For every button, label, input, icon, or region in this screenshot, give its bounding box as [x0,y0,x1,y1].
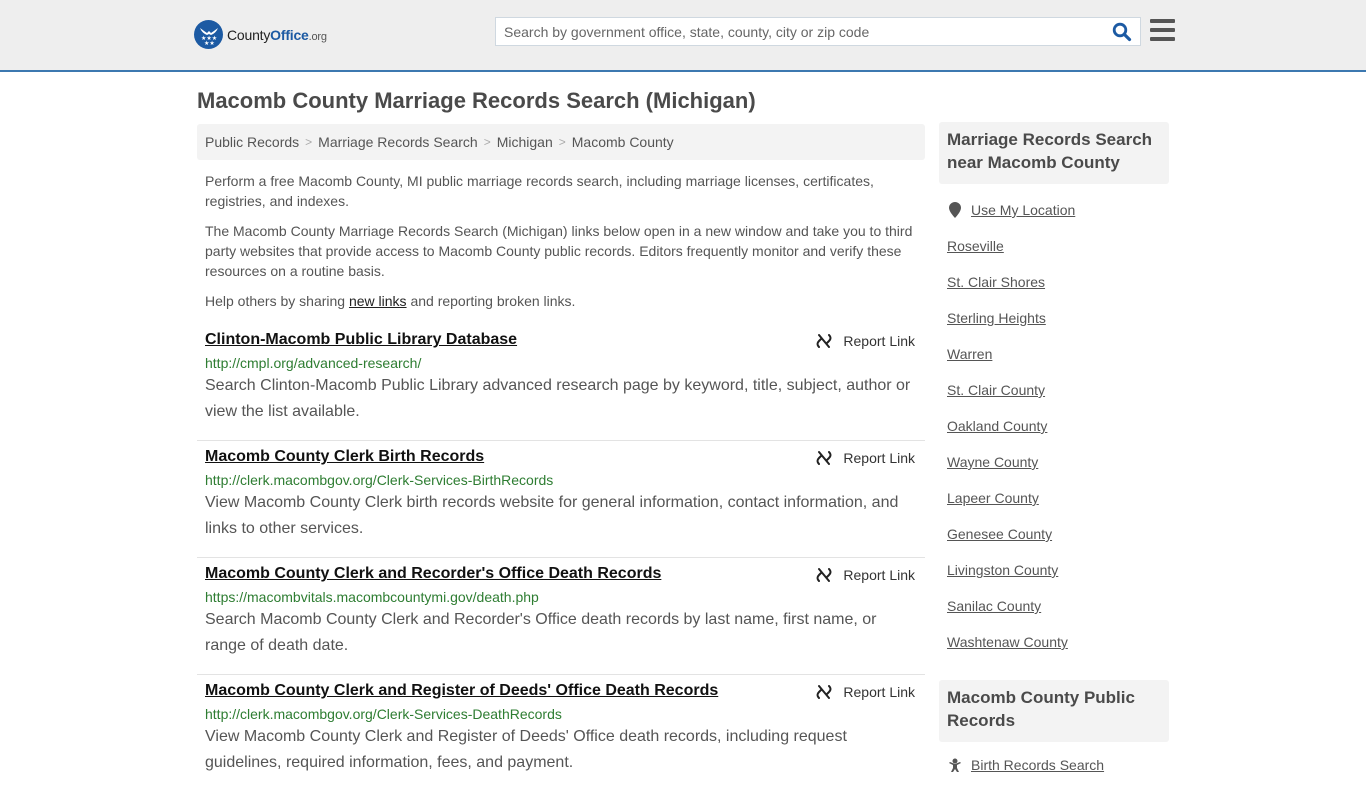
nearby-link[interactable]: St. Clair Shores [947,264,1169,300]
report-link-button[interactable]: Report Link [816,450,915,466]
nearby-link[interactable]: Oakland County [947,408,1169,444]
nearby-link[interactable]: Wayne County [947,444,1169,480]
page-title: Macomb County Marriage Records Search (M… [197,88,756,113]
intro-paragraph: Perform a free Macomb County, MI public … [205,173,874,209]
result-url[interactable]: https://macombvitals.macombcountymi.gov/… [205,589,917,605]
share-links-paragraph: Help others by sharing new links and rep… [205,293,576,309]
nearby-list: Use My Location Roseville St. Clair Shor… [947,192,1169,660]
nearby-link[interactable]: Sterling Heights [947,300,1169,336]
nearby-link[interactable]: St. Clair County [947,372,1169,408]
public-records-list: Birth Records Search [947,747,1169,783]
svg-text:★★: ★★ [204,40,215,45]
report-link-button[interactable]: Report Link [816,684,915,700]
nearby-link[interactable]: Livingston County [947,552,1169,588]
intro-text: Perform a free Macomb County, MI public … [205,171,920,321]
result-url[interactable]: http://clerk.macombgov.org/Clerk-Service… [205,472,917,488]
nearby-link[interactable]: Lapeer County [947,480,1169,516]
result-item: Clinton-Macomb Public Library Database R… [197,324,925,441]
nearby-link[interactable]: Washtenaw County [947,624,1169,660]
breadcrumb: Public Records > Marriage Records Search… [197,124,925,160]
result-description: View Macomb County Clerk birth records w… [205,494,899,537]
report-link-button[interactable]: Report Link [816,567,915,583]
broken-link-icon [816,451,832,465]
results-list: Clinton-Macomb Public Library Database R… [197,324,925,792]
breadcrumb-public-records[interactable]: Public Records [205,134,299,150]
broken-link-icon [816,685,832,699]
result-url[interactable]: http://cmpl.org/advanced-research/ [205,355,917,371]
nearby-link[interactable]: Warren [947,336,1169,372]
result-item: Macomb County Clerk and Recorder's Offic… [197,558,925,675]
logo-link[interactable]: ★★★ ★★ CountyOffice.org [194,20,327,49]
breadcrumb-michigan[interactable]: Michigan [497,134,553,150]
report-link-button[interactable]: Report Link [816,333,915,349]
search-button[interactable] [1112,22,1134,42]
result-title-link[interactable]: Macomb County Clerk Birth Records [205,448,484,466]
breadcrumb-separator: > [483,135,491,149]
baby-icon [949,758,961,772]
map-pin-icon [949,202,961,218]
nearby-link[interactable]: Sanilac County [947,588,1169,624]
result-url[interactable]: http://clerk.macombgov.org/Clerk-Service… [205,706,917,722]
eagle-logo-icon: ★★★ ★★ [194,20,223,49]
nearby-link[interactable]: Genesee County [947,516,1169,552]
nearby-heading: Marriage Records Search near Macomb Coun… [939,122,1169,184]
breadcrumb-macomb-county[interactable]: Macomb County [572,134,674,150]
hamburger-menu-icon[interactable] [1150,19,1175,43]
result-title-link[interactable]: Macomb County Clerk and Register of Deed… [205,682,718,700]
logo-text: CountyOffice.org [227,26,327,43]
new-links-link[interactable]: new links [349,293,407,309]
result-title-link[interactable]: Macomb County Clerk and Recorder's Offic… [205,565,661,583]
breadcrumb-separator: > [305,135,313,149]
result-title-link[interactable]: Clinton-Macomb Public Library Database [205,331,517,349]
nearby-link[interactable]: Roseville [947,228,1169,264]
search-icon [1112,22,1132,42]
breadcrumb-separator: > [558,135,566,149]
breadcrumb-marriage-records-search[interactable]: Marriage Records Search [318,134,478,150]
search-input[interactable] [496,18,1106,45]
public-records-link-birth[interactable]: Birth Records Search [947,747,1169,783]
result-item: Macomb County Clerk Birth Records Report… [197,441,925,558]
broken-link-icon [816,568,832,582]
site-header: ★★★ ★★ CountyOffice.org [0,0,1366,72]
use-my-location-link[interactable]: Use My Location [947,192,1169,228]
broken-link-icon [816,334,832,348]
public-records-heading: Macomb County Public Records [939,680,1169,742]
result-description: Search Macomb County Clerk and Recorder'… [205,611,877,654]
search-box [495,17,1141,46]
result-item: Macomb County Clerk and Register of Deed… [197,675,925,792]
result-description: Search Clinton-Macomb Public Library adv… [205,377,911,420]
intro-paragraph: The Macomb County Marriage Records Searc… [205,223,913,279]
result-description: View Macomb County Clerk and Register of… [205,728,847,771]
